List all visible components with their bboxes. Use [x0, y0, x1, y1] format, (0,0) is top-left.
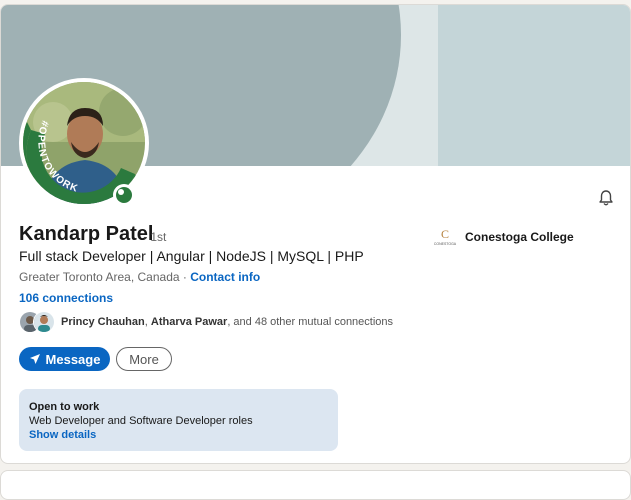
online-status-icon	[113, 184, 135, 206]
mutual-name-1: Princy Chauhan	[61, 316, 145, 328]
message-button-label: Message	[45, 351, 101, 367]
mutual-name-2: Atharva Pawar	[150, 316, 228, 328]
profile-name: Kandarp Patel	[19, 223, 154, 245]
education-name: Conestoga College	[465, 230, 574, 244]
conestoga-logo-icon: C CONESTOGA	[433, 225, 457, 249]
connections-link[interactable]: 106 connections	[19, 291, 113, 305]
message-button[interactable]: Message	[19, 347, 110, 371]
location-text: Greater Toronto Area, Canada ·	[19, 270, 191, 284]
profile-headline: Full stack Developer | Angular | NodeJS …	[19, 248, 364, 264]
connection-degree: · 1st	[143, 230, 167, 244]
mutual-rest: , and 48 other mutual connections	[227, 316, 394, 328]
open-to-work-roles: Web Developer and Software Developer rol…	[29, 415, 253, 427]
send-icon	[29, 354, 40, 364]
avatar	[33, 311, 55, 333]
profile-location: Greater Toronto Area, Canada · Contact i…	[19, 270, 260, 284]
show-details-link[interactable]: Show details	[29, 429, 96, 441]
open-to-work-card: Open to work Web Developer and Software …	[19, 389, 338, 451]
bell-icon[interactable]	[597, 189, 615, 207]
mutual-connections-text: Princy Chauhan, Atharva Pawar, and 48 ot…	[61, 316, 393, 328]
more-button-label: More	[129, 351, 159, 367]
education-link[interactable]: C CONESTOGA Conestoga College	[433, 225, 574, 249]
svg-text:C: C	[441, 227, 449, 241]
logo-text: CONESTOGA	[434, 242, 457, 246]
next-section-card	[0, 470, 631, 500]
profile-card: #OPENTOWORK Kandarp Patel · 1st Full sta…	[0, 4, 631, 464]
mutual-avatars	[19, 311, 55, 333]
mutual-connections[interactable]: Princy Chauhan, Atharva Pawar, and 48 ot…	[19, 310, 393, 334]
contact-info-link[interactable]: Contact info	[190, 270, 260, 284]
more-button[interactable]: More	[116, 347, 172, 371]
open-to-work-title: Open to work	[29, 401, 100, 413]
